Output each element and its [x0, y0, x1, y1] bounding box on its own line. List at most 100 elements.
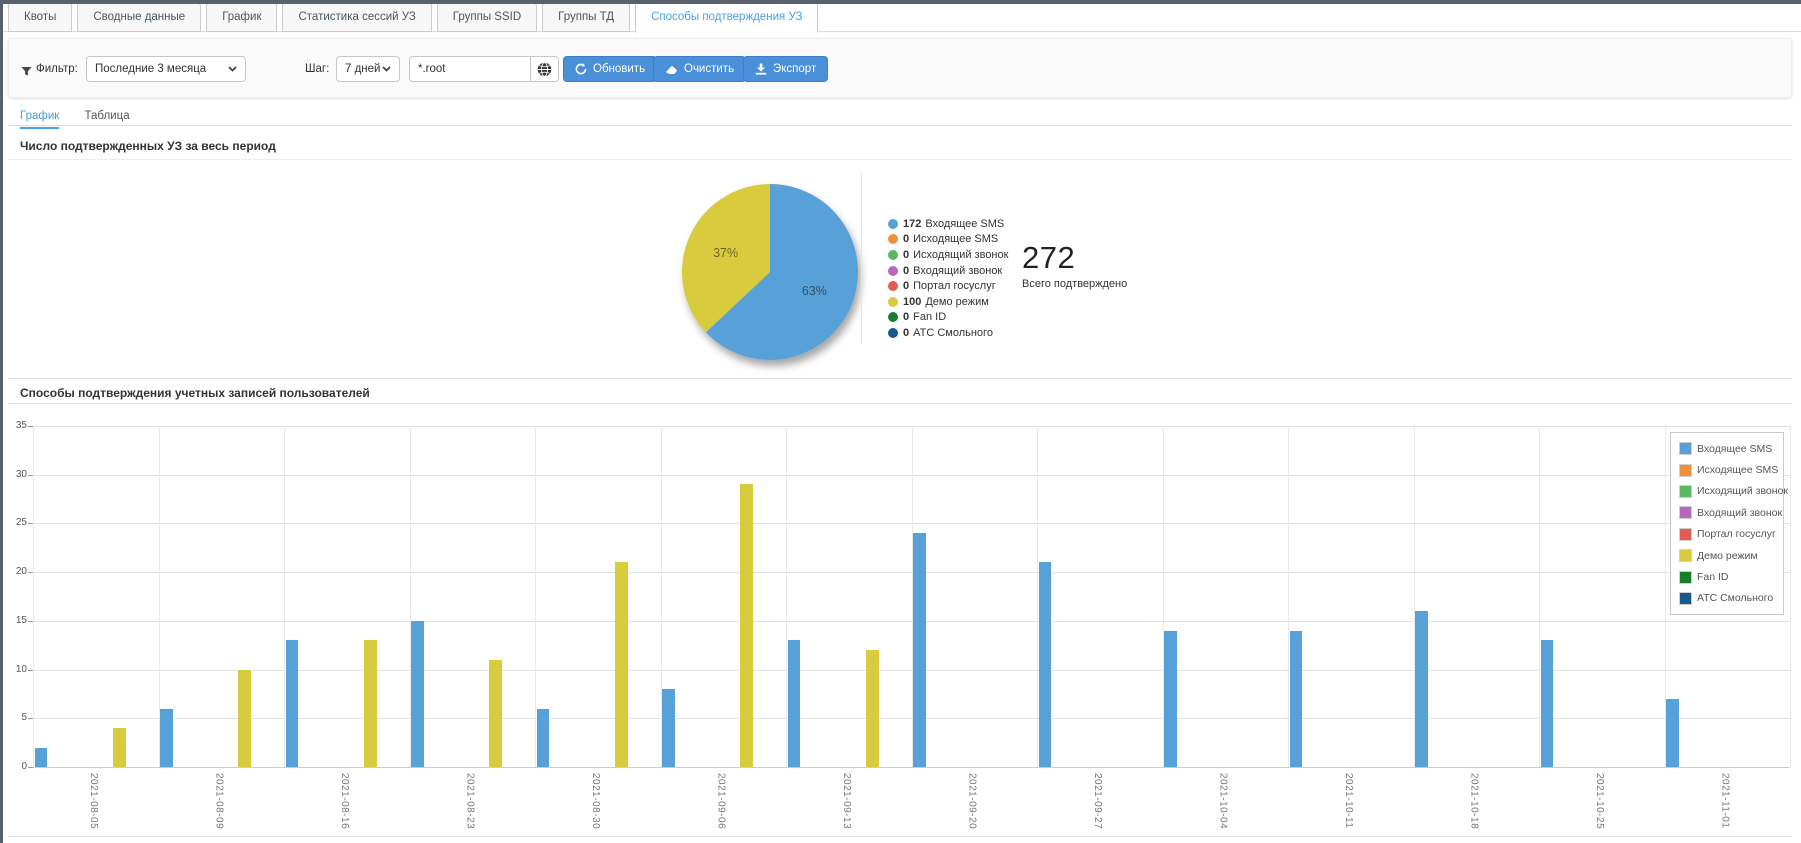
ytick-label: 10 [3, 664, 27, 675]
legend-label: Входящий звонок [1697, 507, 1782, 519]
export-button-label: Экспорт [773, 63, 816, 75]
xtick-label: 2021-09-20 [966, 773, 977, 829]
bar-legend-item[interactable]: Входящее SMS [1679, 438, 1783, 459]
left-window-strip [0, 0, 3, 843]
bar-legend-item[interactable]: Входящий звонок [1679, 502, 1783, 523]
bar-legend-item[interactable]: Fan ID [1679, 566, 1783, 587]
download-icon [755, 63, 767, 75]
legend-label: Входящий звонок [913, 265, 1002, 277]
main-tab-группы-тд[interactable]: Группы ТД [542, 3, 630, 32]
xtick-label: 2021-10-04 [1217, 773, 1228, 829]
bar-chart-legend: Входящее SMS Исходящее SMS Исходящий звоно… [1670, 432, 1784, 615]
legend-value: 0 [903, 280, 909, 292]
legend-dot-icon [888, 266, 898, 276]
main-tab-способы-подтверждения-уз[interactable]: Способы подтверждения УЗ [635, 3, 818, 33]
bar-Входящее SMS-2021-09-20 [913, 533, 926, 767]
ytick-label: 5 [3, 712, 27, 723]
period-select[interactable]: Последние 3 месяца [86, 56, 246, 82]
legend-label: Fan ID [913, 311, 946, 323]
methods-panel-title: Способы подтверждения учетных записей по… [8, 378, 1792, 404]
legend-label: Исходящий звонок [1697, 485, 1788, 497]
refresh-button[interactable]: Обновить [563, 56, 657, 82]
step-select[interactable]: 7 дней [336, 56, 400, 82]
xtick-label: 2021-08-16 [339, 773, 350, 829]
xtick-label: 2021-08-05 [88, 773, 99, 829]
pie-legend: 172Входящее SMS0Исходящее SMS0Исходящий … [888, 216, 1008, 341]
bar-legend-item[interactable]: Исходящий звонок [1679, 481, 1783, 502]
bar-Демо режим-2021-08-09 [238, 670, 251, 767]
legend-label: Исходящее SMS [1697, 464, 1778, 476]
legend-swatch-icon [1679, 442, 1692, 455]
pie-legend-item[interactable]: 0Исходящее SMS [888, 232, 1008, 248]
legend-dot-icon [888, 297, 898, 307]
globe-button[interactable] [530, 57, 558, 81]
pie-legend-item[interactable]: 0Портал госуслуг [888, 278, 1008, 294]
legend-label: Исходящий звонок [913, 249, 1008, 261]
filter-label: Фильтр: [36, 63, 78, 75]
xtick-label: 2021-08-23 [464, 773, 475, 829]
legend-swatch-icon [1679, 485, 1692, 498]
summary-panel-title: Число подтвержденных УЗ за весь период [8, 126, 1792, 160]
bar-Входящее SMS-2021-10-11 [1290, 631, 1303, 767]
main-tab-статистика-сессий-уз[interactable]: Статистика сессий УЗ [282, 3, 431, 32]
ytick-label: 0 [3, 761, 27, 772]
main-tab-график[interactable]: График [206, 3, 277, 32]
bar-Входящее SMS-2021-08-23 [411, 621, 424, 767]
pie-slice-label: 63% [802, 284, 827, 298]
total-confirmed-value: 272 [1022, 240, 1127, 276]
top-window-strip [0, 0, 1801, 4]
legend-dot-icon [888, 234, 898, 244]
pie-legend-item[interactable]: 100Демо режим [888, 294, 1008, 310]
app-screen: КвотыСводные данныеГрафикСтатистика сесс… [0, 0, 1801, 843]
bar-Входящее SMS-2021-09-27 [1039, 562, 1052, 767]
query-input[interactable] [410, 57, 530, 81]
xtick-label: 2021-08-09 [213, 773, 224, 829]
pie-legend-item[interactable]: 172Входящее SMS [888, 216, 1008, 232]
view-tab-chart[interactable]: График [20, 110, 59, 129]
gridline-y0 [33, 767, 1790, 768]
xtick-label: 2021-08-30 [590, 773, 601, 829]
main-tab-группы-ssid[interactable]: Группы SSID [437, 3, 537, 32]
legend-value: 0 [903, 249, 909, 261]
chevron-down-icon [382, 66, 391, 72]
bar-legend-item[interactable]: Демо режим [1679, 545, 1783, 566]
legend-label: Входящее SMS [925, 218, 1004, 230]
legend-dot-icon [888, 281, 898, 291]
bottom-border [8, 836, 1792, 837]
refresh-button-label: Обновить [593, 63, 645, 75]
bar-chart: Входящее SMS Исходящее SMS Исходящий звоно… [0, 404, 1801, 843]
ytick-label: 30 [3, 469, 27, 480]
pie-legend-item[interactable]: 0Входящий звонок [888, 263, 1008, 279]
export-button[interactable]: Экспорт [743, 56, 828, 82]
ytick-label: 25 [3, 517, 27, 528]
bar-Входящее SMS-2021-10-25 [1541, 640, 1554, 767]
xtick-label: 2021-11-01 [1719, 773, 1730, 828]
pie-chart: 63%37% [658, 158, 882, 388]
bar-legend-item[interactable]: Портал госуслуг [1679, 524, 1783, 545]
pie-legend-item[interactable]: 0Fan ID [888, 310, 1008, 326]
main-tab-сводные-данные[interactable]: Сводные данные [77, 3, 201, 32]
bar-legend-item[interactable]: АТС Смольного [1679, 588, 1783, 609]
pie-legend-item[interactable]: 0 Исходящий звонок [888, 247, 1008, 263]
pie-legend-divider [861, 172, 862, 344]
clear-button[interactable]: Очистить [653, 56, 746, 82]
bar-Демо режим-2021-09-06 [740, 484, 753, 767]
globe-icon [537, 62, 552, 77]
main-tab-квоты[interactable]: Квоты [8, 3, 72, 32]
legend-dot-icon [888, 219, 898, 229]
ytick-label: 35 [3, 420, 27, 431]
legend-swatch-icon [1679, 528, 1692, 541]
xtick-label: 2021-10-18 [1468, 773, 1479, 829]
bar-Демо режим-2021-08-23 [489, 660, 502, 767]
legend-label: Портал госуслуг [1697, 528, 1776, 540]
pie-legend-item[interactable]: 0АТС Смольного [888, 325, 1008, 341]
bar-legend-item[interactable]: Исходящее SMS [1679, 459, 1783, 480]
bar-Входящее SMS-2021-08-09 [160, 709, 173, 767]
legend-label: АТС Смольного [913, 327, 993, 339]
bar-Входящее SMS-2021-08-30 [537, 709, 550, 767]
view-tab-table[interactable]: Таблица [85, 110, 130, 127]
total-block: 272 Всего подтверждено [1022, 240, 1127, 290]
bar-Входящее SMS-2021-10-04 [1164, 631, 1177, 767]
legend-label: Fan ID [1697, 571, 1729, 583]
legend-dot-icon [888, 250, 898, 260]
